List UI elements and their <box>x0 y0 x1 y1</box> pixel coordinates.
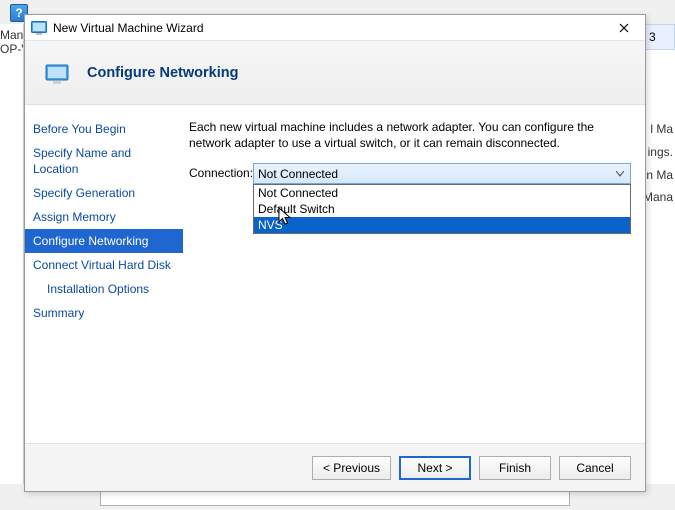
connection-combo-wrap: Not Connected Not ConnectedDefault Switc… <box>253 163 631 184</box>
connection-row: Connection: Not Connected Not ConnectedD… <box>189 163 631 184</box>
cancel-button[interactable]: Cancel <box>559 456 631 480</box>
previous-button[interactable]: < Previous <box>312 456 391 480</box>
wizard-header: Configure Networking <box>25 41 645 105</box>
finish-button[interactable]: Finish <box>479 456 551 480</box>
bg-text: l Ma <box>650 122 673 136</box>
wizard-body: Before You BeginSpecify Name and Locatio… <box>25 105 645 443</box>
dropdown-option[interactable]: NVS <box>254 217 630 233</box>
connection-combobox[interactable]: Not Connected <box>253 163 631 184</box>
bg-text: ings. <box>648 145 673 159</box>
description-text: Each new virtual machine includes a netw… <box>189 119 631 151</box>
background-right-tab: 3 <box>645 24 675 50</box>
background-right-panel <box>645 24 675 484</box>
titlebar: New Virtual Machine Wizard <box>25 15 645 41</box>
app-icon <box>31 20 47 36</box>
hyperv-icon <box>45 62 69 86</box>
wizard-content: Each new virtual machine includes a netw… <box>183 105 645 443</box>
close-button[interactable] <box>607 17 641 39</box>
dropdown-option[interactable]: Not Connected <box>254 185 630 201</box>
wizard-nav: Before You BeginSpecify Name and Locatio… <box>25 105 183 443</box>
next-button[interactable]: Next > <box>399 456 471 480</box>
page-title: Configure Networking <box>87 65 238 81</box>
wizard-step-item[interactable]: Connect Virtual Hard Disk <box>25 253 183 277</box>
wizard-step-item[interactable]: Specify Name and Location <box>25 141 183 181</box>
bg-text: Manag <box>0 28 23 42</box>
wizard-step-item[interactable]: Specify Generation <box>25 181 183 205</box>
connection-label: Connection: <box>189 163 253 180</box>
wizard-dialog: New Virtual Machine Wizard Configure Net… <box>24 14 646 492</box>
wizard-step-item[interactable]: Installation Options <box>25 277 183 301</box>
chevron-down-icon <box>614 167 626 181</box>
wizard-footer: < Previous Next > Finish Cancel <box>25 443 645 491</box>
wizard-step-item[interactable]: Assign Memory <box>25 205 183 229</box>
bg-text: Mana <box>643 190 673 204</box>
background-left-panel: Manag OP-V <box>0 24 24 484</box>
bg-text: n Ma <box>646 168 673 182</box>
wizard-step-item[interactable]: Before You Begin <box>25 117 183 141</box>
dropdown-option[interactable]: Default Switch <box>254 201 630 217</box>
window-title: New Virtual Machine Wizard <box>53 21 607 35</box>
wizard-step-item[interactable]: Summary <box>25 301 183 325</box>
wizard-step-item[interactable]: Configure Networking <box>25 229 183 253</box>
connection-dropdown[interactable]: Not ConnectedDefault SwitchNVS <box>253 184 631 234</box>
connection-selected-value: Not Connected <box>258 167 338 181</box>
bg-text: OP-V <box>0 42 23 56</box>
